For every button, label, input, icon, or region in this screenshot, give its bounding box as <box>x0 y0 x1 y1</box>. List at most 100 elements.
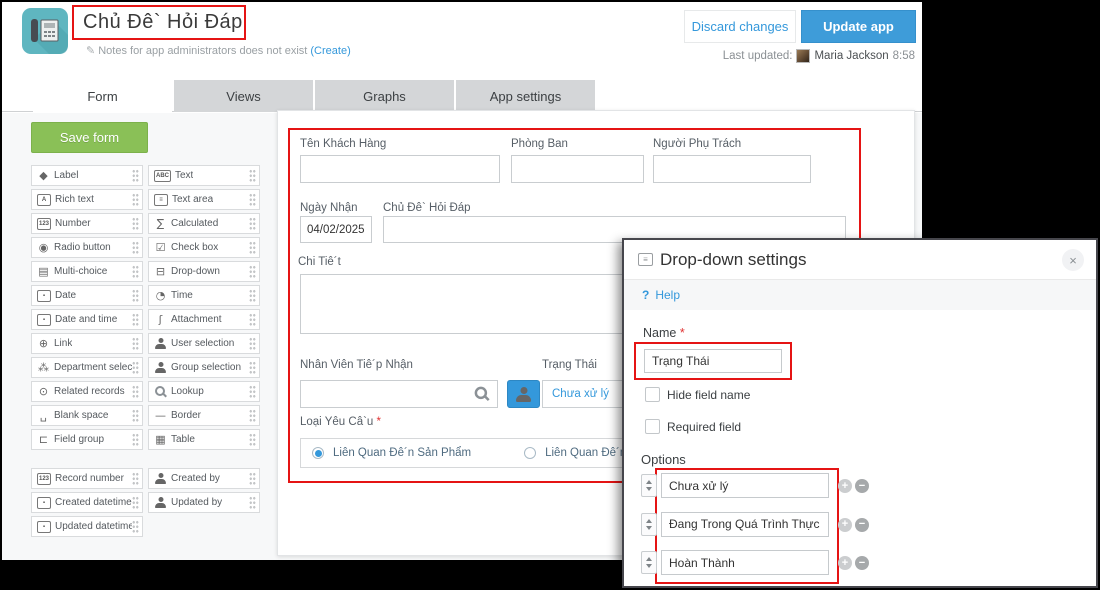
last-updated-status: Last updated: Maria Jackson 8:58 <box>723 49 915 63</box>
drag-handle[interactable] <box>249 313 256 327</box>
remove-option-button[interactable]: − <box>855 556 869 570</box>
palette-item-created-datetime[interactable]: ▪Created datetime <box>31 492 143 513</box>
palette-item-blank-space[interactable]: ␣Blank space <box>31 405 143 426</box>
tab-app-settings[interactable]: App settings <box>456 80 595 112</box>
tab-form[interactable]: Form <box>33 80 172 113</box>
radio-service[interactable] <box>524 447 536 459</box>
option-input[interactable] <box>661 512 829 537</box>
drag-handle[interactable] <box>249 385 256 399</box>
palette-item-text[interactable]: ABCText <box>148 165 260 186</box>
drag-handle[interactable] <box>132 289 139 303</box>
tab-views[interactable]: Views <box>174 80 313 112</box>
palette-item-time[interactable]: ◔Time <box>148 285 260 306</box>
palette-item-label[interactable]: ◆Label <box>31 165 143 186</box>
drag-handle[interactable] <box>132 472 139 486</box>
tab-graphs[interactable]: Graphs <box>315 80 454 112</box>
drag-handle[interactable] <box>249 241 256 255</box>
drag-handle[interactable] <box>132 361 139 375</box>
drag-handle[interactable] <box>132 193 139 207</box>
palette-item-related-records[interactable]: ⊙Related records <box>31 381 143 402</box>
palette-item-drop-down[interactable]: ⊟Drop-down <box>148 261 260 282</box>
field-group-icon: ⊏ <box>37 434 50 445</box>
drag-handle[interactable] <box>249 433 256 447</box>
required-field-checkbox[interactable] <box>645 419 660 434</box>
drag-handle[interactable] <box>132 496 139 510</box>
drag-handle[interactable] <box>132 313 139 327</box>
staff-field[interactable] <box>300 380 498 408</box>
palette-item-label: Record number <box>55 473 124 484</box>
drag-handle[interactable] <box>249 169 256 183</box>
palette-item-lookup[interactable]: Lookup <box>148 381 260 402</box>
palette-item-table[interactable]: ▦Table <box>148 429 260 450</box>
palette-item-attachment[interactable]: ʃAttachment <box>148 309 260 330</box>
remove-option-button[interactable]: − <box>855 518 869 532</box>
drag-handle[interactable] <box>132 337 139 351</box>
drag-handle[interactable] <box>249 193 256 207</box>
drag-handle[interactable] <box>249 337 256 351</box>
palette-item-record-number[interactable]: 123Record number <box>31 468 143 489</box>
update-app-button[interactable]: Update app <box>801 10 916 43</box>
hide-field-name-checkbox[interactable] <box>645 387 660 402</box>
radio-product-label[interactable]: Liên Quan Đê´n Sản Phẩm <box>333 447 471 459</box>
discard-changes-button[interactable]: Discard changes <box>684 10 796 43</box>
palette-item-label: Border <box>171 410 201 421</box>
palette-item-radio-button[interactable]: ◉Radio button <box>31 237 143 258</box>
drag-handle[interactable] <box>249 409 256 423</box>
drag-handle[interactable] <box>249 265 256 279</box>
palette-item-date[interactable]: ▪Date <box>31 285 143 306</box>
reorder-spinner[interactable] <box>641 513 657 536</box>
option-input[interactable] <box>661 550 829 575</box>
user-selection-button[interactable] <box>507 380 540 408</box>
reorder-spinner[interactable] <box>641 474 657 497</box>
drag-handle[interactable] <box>132 409 139 423</box>
palette-item-user-selection[interactable]: User selection <box>148 333 260 354</box>
drag-handle[interactable] <box>249 361 256 375</box>
number-icon: 123 <box>37 218 51 230</box>
close-icon[interactable]: × <box>1062 249 1084 271</box>
palette-item-link[interactable]: ⊕Link <box>31 333 143 354</box>
palette-item-updated-datetime[interactable]: ▪Updated datetime <box>31 516 143 537</box>
drag-handle[interactable] <box>132 217 139 231</box>
drag-handle[interactable] <box>132 520 139 534</box>
palette-item-created-by[interactable]: Created by <box>148 468 260 489</box>
drag-handle[interactable] <box>132 241 139 255</box>
drag-handle[interactable] <box>249 289 256 303</box>
drag-handle[interactable] <box>249 217 256 231</box>
hide-field-name-label[interactable]: Hide field name <box>667 388 750 402</box>
remove-option-button[interactable]: − <box>855 479 869 493</box>
palette-item-border[interactable]: —Border <box>148 405 260 426</box>
add-option-button[interactable]: + <box>838 518 852 532</box>
customer-name-field[interactable] <box>300 155 500 183</box>
palette-item-number[interactable]: 123Number <box>31 213 143 234</box>
reorder-spinner[interactable] <box>641 551 657 574</box>
save-form-button[interactable]: Save form <box>31 122 148 153</box>
palette-item-rich-text[interactable]: ARich text <box>31 189 143 210</box>
palette-item-date-and-time[interactable]: ▪Date and time <box>31 309 143 330</box>
palette-item-calculated[interactable]: ∑Calculated <box>148 213 260 234</box>
received-date-field[interactable]: 04/02/2025 <box>300 216 372 243</box>
palette-item-field-group[interactable]: ⊏Field group <box>31 429 143 450</box>
help-link[interactable]: Help <box>655 288 680 302</box>
required-field-label[interactable]: Required field <box>667 420 741 434</box>
drag-handle[interactable] <box>132 385 139 399</box>
option-input[interactable] <box>661 473 829 498</box>
palette-item-department-selection[interactable]: ⁂Department selection <box>31 357 143 378</box>
department-field[interactable] <box>511 155 644 183</box>
palette-item-multi-choice[interactable]: ▤Multi-choice <box>31 261 143 282</box>
drag-handle[interactable] <box>132 265 139 279</box>
create-notes-link[interactable]: (Create) <box>310 45 350 57</box>
drag-handle[interactable] <box>249 472 256 486</box>
palette-item-check-box[interactable]: ☑Check box <box>148 237 260 258</box>
person-in-charge-field[interactable] <box>653 155 811 183</box>
palette-item-group-selection[interactable]: Group selection <box>148 357 260 378</box>
palette-item-updated-by[interactable]: Updated by <box>148 492 260 513</box>
add-option-button[interactable]: + <box>838 556 852 570</box>
field-name-input[interactable] <box>644 349 782 373</box>
palette-item-text-area[interactable]: ≡Text area <box>148 189 260 210</box>
add-option-button[interactable]: + <box>838 479 852 493</box>
radio-product[interactable] <box>312 447 324 459</box>
search-icon[interactable] <box>475 387 489 401</box>
drag-handle[interactable] <box>249 496 256 510</box>
drag-handle[interactable] <box>132 169 139 183</box>
drag-handle[interactable] <box>132 433 139 447</box>
